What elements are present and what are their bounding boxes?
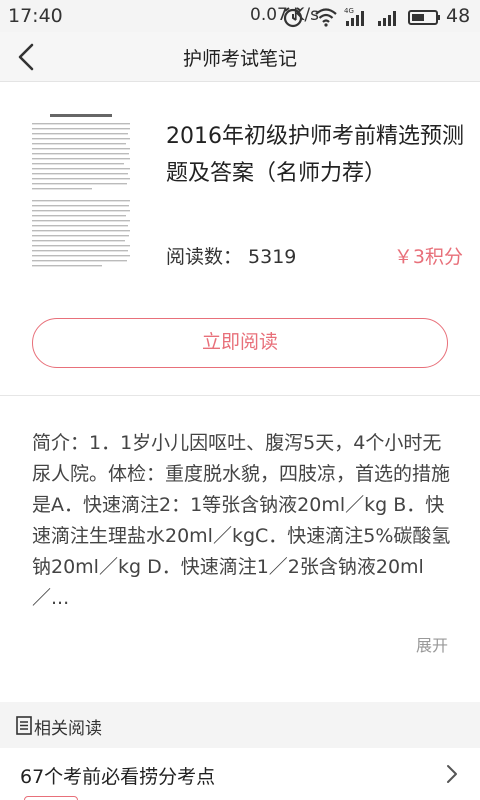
signal-4g-icon: 4G [344, 7, 364, 26]
book-title: 2016年初级护师考前精选预测题及答案（名师力荐） [166, 124, 464, 186]
status-icons: 4G [283, 7, 440, 28]
read-count-label: 阅读数： [166, 246, 243, 268]
signal-icon [378, 11, 396, 26]
book-card: 2016年初级护师考前精选预测题及答案（名师力荐） 阅读数： 5319 ￥3积分 … [0, 82, 480, 396]
alarm-icon [283, 7, 303, 28]
svg-text:4G: 4G [344, 7, 354, 15]
wifi-icon [315, 8, 337, 27]
battery-level: 48 [446, 5, 471, 27]
nav-bar: 护师考试笔记 [0, 32, 480, 82]
related-header-label: 相关阅读 [34, 719, 102, 739]
price-label: ￥3积分 [393, 246, 463, 268]
related-item-title: 67个考前必看捞分考点 [20, 766, 216, 788]
related-item[interactable]: 67个考前必看捞分考点 [0, 748, 480, 800]
read-count-value: 5319 [248, 246, 297, 268]
page-title: 护师考试笔记 [182, 48, 297, 70]
read-count: 阅读数： 5319 [166, 242, 296, 269]
document-cover-thumbnail[interactable] [28, 110, 134, 280]
status-time: 17:40 [8, 5, 63, 27]
status-bar: 17:40 0.07 K/s 4G 48 [0, 0, 480, 32]
intro-text: 简介：1．1岁小儿因呕吐、腹泻5天，4个小时无尿人院。体检：重度脱水貌，四肢凉，… [32, 432, 451, 609]
expand-button[interactable]: 展开 [416, 632, 448, 656]
document-icon [16, 716, 32, 735]
read-now-button[interactable]: 立即阅读 [32, 318, 448, 368]
related-item-tag [24, 796, 78, 800]
related-header: 相关阅读 [0, 702, 480, 748]
chevron-right-icon [447, 765, 457, 783]
document-preview-icon [28, 110, 134, 280]
battery-icon [408, 10, 440, 25]
